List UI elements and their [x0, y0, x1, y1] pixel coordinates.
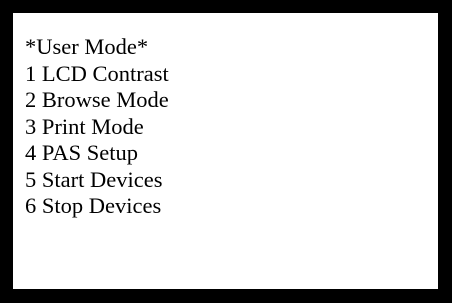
menu-item-start-devices[interactable]: 5 Start Devices	[25, 167, 438, 194]
device-screen-bezel: *User Mode* 1 LCD Contrast 2 Browse Mode…	[0, 0, 452, 303]
menu-title: *User Mode*	[25, 34, 149, 59]
user-mode-menu: *User Mode* 1 LCD Contrast 2 Browse Mode…	[25, 34, 438, 220]
menu-item-print-mode[interactable]: 3 Print Mode	[25, 114, 438, 141]
menu-item-lcd-contrast[interactable]: 1 LCD Contrast	[25, 61, 438, 88]
lcd-display: *User Mode* 1 LCD Contrast 2 Browse Mode…	[13, 13, 438, 289]
menu-item-stop-devices[interactable]: 6 Stop Devices	[25, 193, 438, 220]
menu-item-browse-mode[interactable]: 2 Browse Mode	[25, 87, 438, 114]
menu-item-pas-setup[interactable]: 4 PAS Setup	[25, 140, 438, 167]
